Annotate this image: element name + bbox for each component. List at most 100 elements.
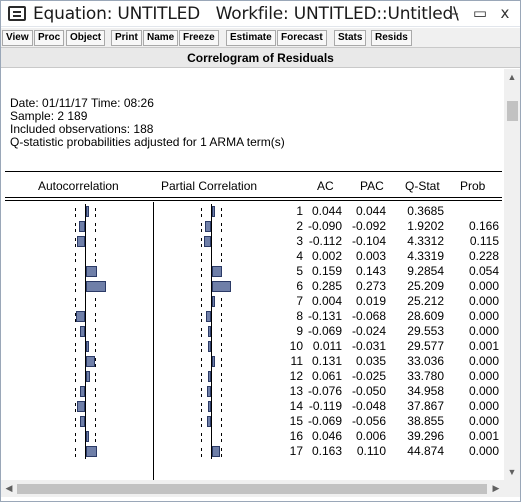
pac-upper-bound-line <box>221 403 222 412</box>
ac-upper-bound-line <box>95 358 96 367</box>
cell-pac: 0.003 <box>355 249 386 263</box>
ac-bar <box>86 446 97 457</box>
view-button[interactable]: View <box>2 30 33 46</box>
pac-bar <box>207 386 211 397</box>
cell-q: 29.577 <box>407 339 444 353</box>
cell-prob: 0.228 <box>468 249 499 263</box>
proc-button[interactable]: Proc <box>34 30 65 46</box>
ac-zero-axis <box>85 384 86 399</box>
cell-ac: 0.159 <box>311 264 342 278</box>
horizontal-scroll-thumb[interactable] <box>17 484 487 494</box>
cell-q: 34.958 <box>407 384 444 398</box>
horizontal-scrollbar[interactable]: ◀ ▶ <box>1 480 504 497</box>
cell-ac: -0.131 <box>307 309 342 323</box>
cell-prob: 0.000 <box>468 399 499 413</box>
ac-bar <box>77 236 85 247</box>
cell-ac: -0.119 <box>308 399 342 413</box>
sample-line: Sample: 2 189 <box>10 109 88 123</box>
ac-upper-bound-line <box>95 253 96 262</box>
pac-zero-axis <box>211 384 212 399</box>
cell-lag: 4 <box>296 249 303 263</box>
correlogram-table: Autocorrelation Partial Correlation AC P… <box>5 171 504 480</box>
ac-bar <box>86 341 89 352</box>
vertical-scroll-thumb[interactable] <box>507 101 518 121</box>
pac-lower-bound-line <box>201 298 202 307</box>
window-title: Equation: UNTITLED Workfile: UNTITLED::U… <box>33 4 459 24</box>
scroll-up-icon[interactable]: ▲ <box>504 69 520 85</box>
equation-window-icon[interactable] <box>8 6 26 21</box>
title-bar[interactable]: Equation: UNTITLED Workfile: UNTITLED::U… <box>1 1 520 27</box>
name-button[interactable]: Name <box>143 30 179 46</box>
estimate-button[interactable]: Estimate <box>226 30 276 46</box>
scroll-left-icon[interactable]: ◀ <box>1 480 17 497</box>
table-header-rule-2 <box>5 200 502 201</box>
cell-lag: 10 <box>289 339 303 353</box>
cell-pac: -0.031 <box>351 339 386 353</box>
ac-lower-bound-line <box>75 223 76 232</box>
cell-lag: 9 <box>296 324 303 338</box>
pac-bar <box>208 341 211 352</box>
cell-pac: -0.025 <box>351 369 386 383</box>
resids-button[interactable]: Resids <box>371 30 412 46</box>
ac-upper-bound-line <box>95 388 96 397</box>
cell-prob: 0.001 <box>468 339 499 353</box>
cell-q: 25.212 <box>407 294 444 308</box>
ac-bar <box>80 416 85 427</box>
table-row: 14 -0.119 -0.048 37.867 0.000 <box>5 399 504 414</box>
pac-upper-bound-line <box>221 298 222 307</box>
pac-lower-bound-line <box>201 283 202 292</box>
ac-bar <box>80 326 85 337</box>
print-button[interactable]: Print <box>111 30 142 46</box>
cell-pac: 0.019 <box>355 294 386 308</box>
ac-bar <box>76 311 85 322</box>
pac-zero-axis <box>211 234 212 249</box>
cell-ac: 0.046 <box>311 429 342 443</box>
object-button[interactable]: Object <box>66 30 106 46</box>
ac-zero-axis <box>85 309 86 324</box>
toolbar: View Proc Object Print Name Freeze Estim… <box>1 28 520 48</box>
forecast-button[interactable]: Forecast <box>277 30 327 46</box>
ac-zero-axis <box>85 399 86 414</box>
ac-upper-bound-line <box>95 373 96 382</box>
ac-zero-axis <box>85 234 86 249</box>
pac-upper-bound-line <box>221 208 222 217</box>
pac-bar <box>212 296 215 307</box>
freeze-button[interactable]: Freeze <box>179 30 219 46</box>
vertical-scrollbar[interactable]: ▲ ▼ <box>504 69 520 480</box>
cell-q: 9.2854 <box>407 264 444 278</box>
view-title: Correlogram of Residuals <box>1 48 520 68</box>
cell-ac: -0.069 <box>307 414 342 428</box>
resize-grip-icon[interactable] <box>504 480 520 497</box>
output-pane[interactable]: Date: 01/11/17 Time: 08:26 Sample: 2 189… <box>1 69 504 480</box>
ac-lower-bound-line <box>75 448 76 457</box>
ac-lower-bound-line <box>75 358 76 367</box>
cell-pac: -0.056 <box>351 414 386 428</box>
cell-prob: 0.000 <box>468 414 499 428</box>
scroll-right-icon[interactable]: ▶ <box>488 480 504 497</box>
stats-button[interactable]: Stats <box>334 30 367 46</box>
cell-q: 44.874 <box>407 444 444 458</box>
close-button[interactable]: x <box>495 3 515 23</box>
cell-q: 25.209 <box>407 279 444 293</box>
pac-lower-bound-line <box>201 388 202 397</box>
pac-upper-bound-line <box>221 448 222 457</box>
table-row: 4 0.002 0.003 4.3319 0.228 <box>5 249 504 264</box>
cell-q: 28.609 <box>407 309 444 323</box>
ac-lower-bound-line <box>75 373 76 382</box>
cell-ac: -0.076 <box>307 384 342 398</box>
scroll-down-icon[interactable]: ▼ <box>504 464 520 480</box>
pac-lower-bound-line <box>201 373 202 382</box>
maximize-button[interactable]: ▭ <box>470 3 490 23</box>
pac-lower-bound-line <box>201 313 202 322</box>
cell-pac: -0.092 <box>351 219 386 233</box>
cell-prob: 0.166 <box>468 219 499 233</box>
minimize-button[interactable]: – <box>445 3 465 23</box>
table-row: 6 0.285 0.273 25.209 0.000 <box>5 279 504 294</box>
table-row: 1 0.044 0.044 0.3685 <box>5 204 504 219</box>
cell-q: 39.296 <box>407 429 444 443</box>
pac-lower-bound-line <box>201 358 202 367</box>
cell-pac: -0.104 <box>351 234 386 248</box>
ac-upper-bound-line <box>95 328 96 337</box>
ac-lower-bound-line <box>75 208 76 217</box>
cell-prob: 0.000 <box>468 294 499 308</box>
